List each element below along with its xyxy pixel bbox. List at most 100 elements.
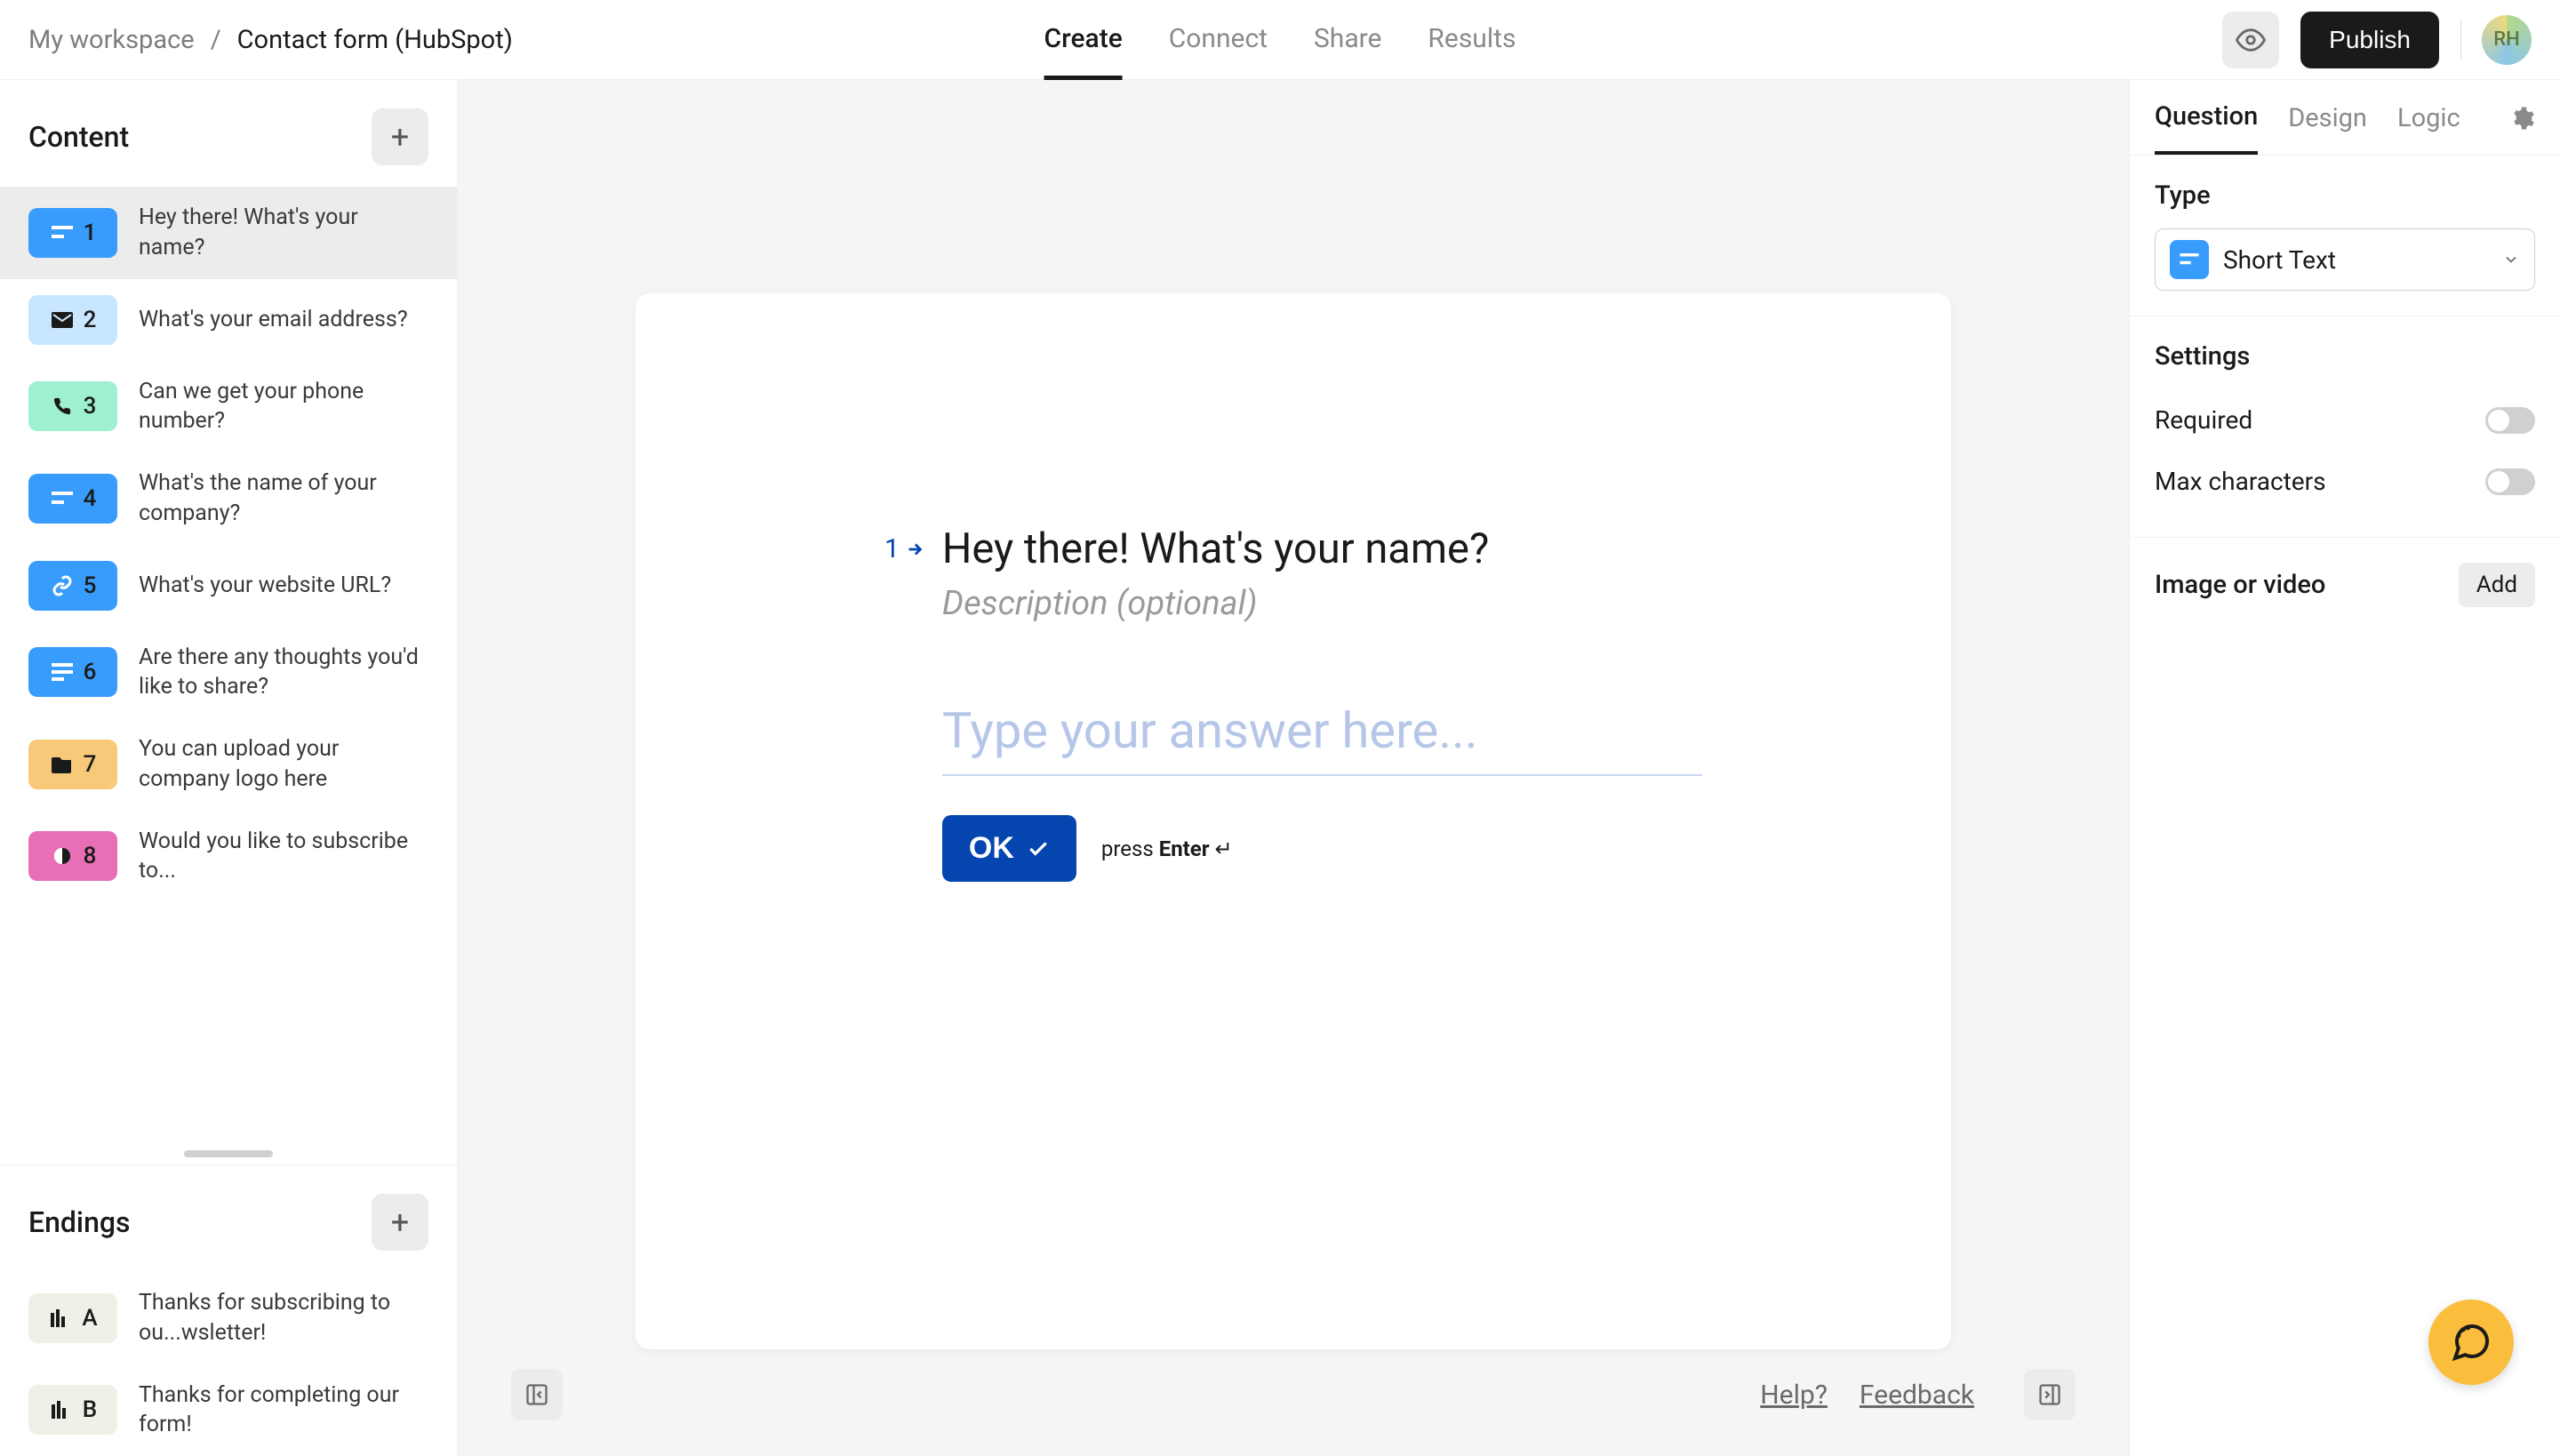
chat-icon bbox=[2450, 1321, 2492, 1364]
badge-number: 5 bbox=[84, 572, 97, 599]
tab-results[interactable]: Results bbox=[1428, 0, 1516, 80]
content-item-label: Are there any thoughts you'd like to sha… bbox=[139, 643, 428, 703]
question-number-text: 1 bbox=[884, 533, 900, 564]
content-item-4[interactable]: 4 What's the name of your company? bbox=[0, 452, 457, 545]
add-ending-button[interactable]: + bbox=[372, 1194, 428, 1251]
tab-design[interactable]: Design bbox=[2288, 103, 2367, 153]
ending-item-label: Thanks for completing our form! bbox=[139, 1380, 428, 1441]
tab-connect[interactable]: Connect bbox=[1169, 0, 1268, 80]
ok-label: OK bbox=[969, 831, 1014, 866]
content-item-8[interactable]: 8 Would you like to subscribe to... bbox=[0, 811, 457, 903]
ending-badge: B bbox=[28, 1385, 117, 1435]
question-badge: 5 bbox=[28, 561, 117, 611]
type-select[interactable]: Short Text bbox=[2155, 228, 2535, 291]
collapse-left-button[interactable] bbox=[511, 1369, 563, 1420]
content-header: Content + bbox=[0, 80, 457, 187]
footer-links: Help? Feedback bbox=[1760, 1380, 1974, 1411]
content-heading: Content bbox=[28, 120, 129, 154]
help-link[interactable]: Help? bbox=[1760, 1380, 1828, 1411]
endings-header: Endings + bbox=[0, 1165, 457, 1272]
question-description-input[interactable]: Description (optional) bbox=[942, 584, 1702, 623]
panel-right-icon bbox=[2037, 1382, 2062, 1407]
tab-share[interactable]: Share bbox=[1314, 0, 1381, 80]
settings-gear-button[interactable] bbox=[2508, 105, 2535, 151]
content-item-label: What's your website URL? bbox=[139, 571, 391, 601]
ending-item-b[interactable]: B Thanks for completing our form! bbox=[0, 1364, 457, 1456]
content-item-3[interactable]: 3 Can we get your phone number? bbox=[0, 361, 457, 453]
content-item-label: You can upload your company logo here bbox=[139, 734, 428, 795]
content-item-label: Can we get your phone number? bbox=[139, 377, 428, 437]
badge-letter: A bbox=[82, 1305, 97, 1332]
question-badge: 2 bbox=[28, 295, 117, 345]
badge-letter: B bbox=[83, 1396, 97, 1423]
gear-icon bbox=[2508, 105, 2535, 132]
eye-icon bbox=[2236, 25, 2266, 55]
content-item-label: Hey there! What's your name? bbox=[139, 203, 428, 263]
tab-logic[interactable]: Logic bbox=[2397, 103, 2460, 153]
badge-number: 7 bbox=[84, 751, 97, 778]
short-text-icon bbox=[2180, 253, 2199, 266]
badge-number: 8 bbox=[84, 843, 97, 869]
press-text: press bbox=[1101, 836, 1159, 861]
answer-input[interactable]: Type your answer here... bbox=[942, 694, 1702, 776]
question-badge: 3 bbox=[28, 381, 117, 431]
chat-fab[interactable] bbox=[2428, 1300, 2514, 1385]
top-nav: Create Connect Share Results bbox=[1044, 0, 1516, 80]
long-text-icon bbox=[50, 660, 75, 684]
arrow-right-icon bbox=[905, 540, 924, 559]
ending-item-a[interactable]: A Thanks for subscribing to ou...wslette… bbox=[0, 1272, 457, 1364]
question-badge: 8 bbox=[28, 831, 117, 881]
content-item-label: What's your email address? bbox=[139, 305, 408, 335]
add-media-button[interactable]: Add bbox=[2459, 563, 2535, 607]
topbar: My workspace / Contact form (HubSpot) Cr… bbox=[0, 0, 2560, 80]
press-enter-hint: press Enter ↵ bbox=[1101, 836, 1233, 861]
badge-number: 3 bbox=[84, 393, 97, 420]
question-canvas: 1 Hey there! What's your name? Descripti… bbox=[636, 293, 1951, 1349]
badge-number: 1 bbox=[84, 220, 97, 246]
tab-create[interactable]: Create bbox=[1044, 0, 1123, 80]
content-item-label: What's the name of your company? bbox=[139, 468, 428, 529]
content-item-7[interactable]: 7 You can upload your company logo here bbox=[0, 718, 457, 811]
content-item-1[interactable]: 1 Hey there! What's your name? bbox=[0, 187, 457, 279]
maxchars-label: Max characters bbox=[2155, 467, 2326, 496]
workspace-link[interactable]: My workspace bbox=[28, 25, 195, 55]
content-item-5[interactable]: 5 What's your website URL? bbox=[0, 545, 457, 627]
content-item-6[interactable]: 6 Are there any thoughts you'd like to s… bbox=[0, 627, 457, 719]
badge-number: 6 bbox=[84, 659, 97, 685]
question-badge: 7 bbox=[28, 740, 117, 789]
email-icon bbox=[50, 308, 75, 332]
ending-icon bbox=[48, 1306, 73, 1331]
ending-badge: A bbox=[28, 1293, 117, 1343]
collapse-right-button[interactable] bbox=[2024, 1369, 2076, 1420]
preview-button[interactable] bbox=[2222, 12, 2279, 68]
sidebar-right: Question Design Logic Type Short Text bbox=[2129, 80, 2560, 1456]
ok-button[interactable]: OK bbox=[942, 815, 1076, 882]
badge-number: 4 bbox=[84, 485, 97, 512]
endings-section: Endings + A Thanks for subscribing to ou… bbox=[0, 1164, 457, 1456]
feedback-link[interactable]: Feedback bbox=[1860, 1380, 1974, 1411]
topbar-actions: Publish RH bbox=[2222, 12, 2532, 68]
required-row: Required bbox=[2155, 389, 2535, 451]
maxchars-row: Max characters bbox=[2155, 451, 2535, 512]
check-icon bbox=[1027, 837, 1050, 860]
content-item-label: Would you like to subscribe to... bbox=[139, 827, 428, 887]
avatar[interactable]: RH bbox=[2482, 15, 2532, 65]
type-value: Short Text bbox=[2223, 245, 2488, 275]
short-text-icon bbox=[50, 486, 75, 511]
type-badge bbox=[2170, 240, 2209, 279]
question-title-input[interactable]: Hey there! What's your name? bbox=[942, 524, 1702, 573]
link-icon bbox=[50, 573, 75, 598]
chevron-down-icon bbox=[2502, 251, 2520, 268]
maxchars-toggle[interactable] bbox=[2485, 468, 2535, 495]
question-number: 1 bbox=[884, 533, 924, 564]
canvas-area: 1 Hey there! What's your name? Descripti… bbox=[458, 80, 2129, 1456]
settings-heading: Settings bbox=[2155, 341, 2535, 372]
canvas-footer: Help? Feedback bbox=[458, 1369, 2129, 1420]
form-title[interactable]: Contact form (HubSpot) bbox=[237, 25, 513, 55]
publish-button[interactable]: Publish bbox=[2300, 12, 2439, 68]
resize-handle[interactable] bbox=[184, 1150, 273, 1157]
required-toggle[interactable] bbox=[2485, 407, 2535, 434]
add-content-button[interactable]: + bbox=[372, 108, 428, 165]
content-item-2[interactable]: 2 What's your email address? bbox=[0, 279, 457, 361]
tab-question[interactable]: Question bbox=[2155, 101, 2258, 155]
